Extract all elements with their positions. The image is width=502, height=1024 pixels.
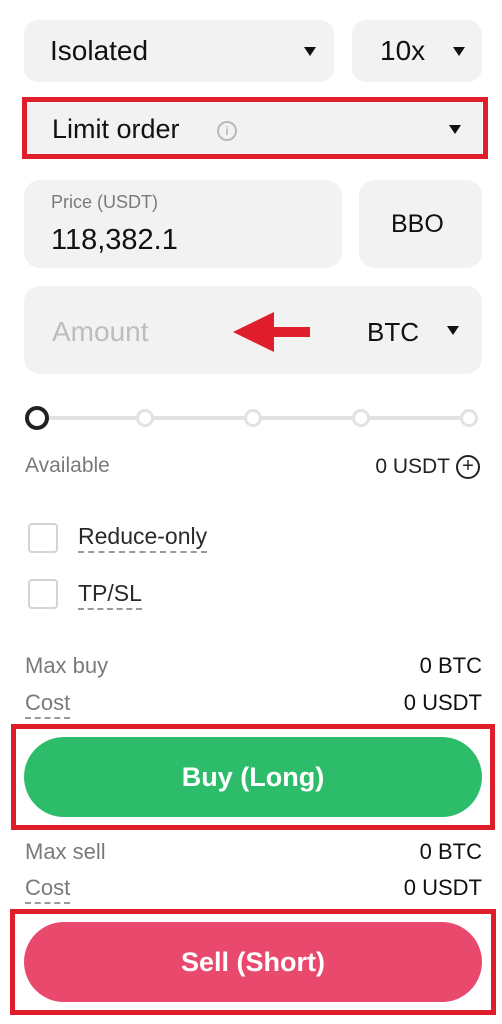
price-field[interactable]: Price (USDT) 118,382.1	[24, 180, 342, 268]
sell-cost-value: 0 USDT	[403, 875, 482, 900]
arrow-left-icon	[233, 312, 310, 352]
amount-unit-label[interactable]: BTC	[367, 317, 419, 348]
tpsl-checkbox[interactable]	[28, 579, 58, 609]
chevron-down-icon[interactable]	[447, 326, 459, 335]
available-label: Available	[25, 454, 110, 477]
plus-circle-icon[interactable]: +	[456, 455, 480, 479]
amount-input-placeholder[interactable]: Amount	[52, 316, 149, 348]
sell-cost-label[interactable]: Cost	[25, 875, 71, 904]
leverage-label: 10x	[380, 35, 426, 66]
reduce-only-checkbox[interactable]	[28, 523, 58, 553]
margin-mode-label: Isolated	[50, 35, 149, 66]
slider-step-25[interactable]	[136, 409, 154, 427]
tpsl-label[interactable]: TP/SL	[78, 580, 142, 610]
price-field-label: Price (USDT)	[51, 192, 158, 212]
price-input-value[interactable]: 118,382.1	[51, 224, 178, 257]
leverage-select[interactable]: 10x	[352, 20, 482, 82]
max-buy-label: Max buy	[25, 653, 109, 678]
bbo-button[interactable]: BBO	[359, 180, 482, 268]
sell-button-highlight-frame	[10, 909, 496, 1015]
bbo-label: BBO	[391, 210, 444, 238]
slider-step-50[interactable]	[244, 409, 262, 427]
chevron-down-icon	[304, 47, 316, 56]
max-buy-value: 0 BTC	[419, 653, 482, 678]
buy-button-highlight-frame	[11, 724, 495, 830]
margin-mode-select[interactable]: Isolated	[24, 20, 334, 82]
max-sell-value: 0 BTC	[419, 839, 482, 864]
reduce-only-label[interactable]: Reduce-only	[78, 523, 208, 553]
slider-step-75[interactable]	[352, 409, 370, 427]
max-sell-label: Max sell	[25, 839, 106, 864]
available-value: 0 USDT	[375, 455, 450, 478]
slider-step-100[interactable]	[460, 409, 478, 427]
slider-handle[interactable]	[25, 406, 49, 430]
chevron-down-icon	[453, 47, 465, 56]
order-type-highlight-frame	[22, 97, 488, 159]
buy-cost-value: 0 USDT	[403, 690, 482, 715]
buy-cost-label[interactable]: Cost	[25, 690, 71, 719]
